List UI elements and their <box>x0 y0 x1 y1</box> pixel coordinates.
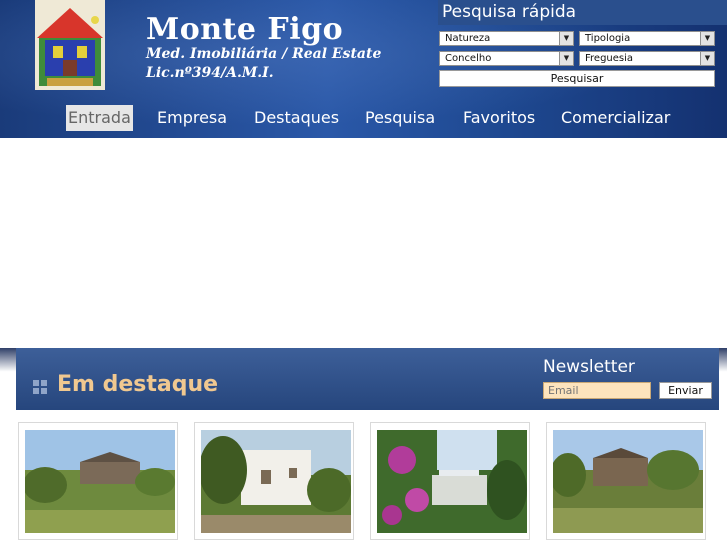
quick-search-title: Pesquisa rápida <box>438 0 727 25</box>
featured-bar: Em destaque Newsletter Enviar <box>16 348 719 410</box>
newsletter-email-input[interactable] <box>543 382 651 399</box>
nav-item-destaques[interactable]: Destaques <box>254 105 339 131</box>
typology-select[interactable]: Tipologia ▼ <box>579 31 715 46</box>
brand-name: Monte Figo <box>146 12 344 47</box>
parish-select[interactable]: Freguesia ▼ <box>579 51 715 66</box>
nav-item-pesquisa[interactable]: Pesquisa <box>365 105 435 131</box>
main-nav: Entrada Empresa Destaques Pesquisa Favor… <box>0 105 727 135</box>
parish-select-value: Freguesia <box>585 53 634 64</box>
property-card[interactable] <box>370 422 530 540</box>
nav-item-comercializar[interactable]: Comercializar <box>561 105 670 131</box>
chevron-down-icon: ▼ <box>700 52 714 65</box>
quick-search-panel: Pesquisa rápida Natureza ▼ Tipologia ▼ C… <box>438 0 727 88</box>
newsletter-send-button[interactable]: Enviar <box>659 382 712 399</box>
slideshow-area <box>11 138 716 348</box>
chevron-down-icon: ▼ <box>559 32 573 45</box>
chevron-down-icon: ▼ <box>559 52 573 65</box>
property-photo[interactable] <box>377 430 527 533</box>
nature-select-value: Natureza <box>445 33 491 44</box>
brand-subtitle: Med. Imobiliária / Real Estate <box>146 46 382 62</box>
house-logo-icon[interactable] <box>35 0 105 90</box>
county-select[interactable]: Concelho ▼ <box>439 51 574 66</box>
nav-item-empresa[interactable]: Empresa <box>157 105 227 131</box>
newsletter-title: Newsletter <box>543 357 635 377</box>
property-card[interactable] <box>546 422 706 540</box>
featured-title: Em destaque <box>57 372 219 397</box>
header: Monte Figo Med. Imobiliária / Real Estat… <box>0 0 727 138</box>
nav-item-favoritos[interactable]: Favoritos <box>463 105 535 131</box>
property-photo[interactable] <box>25 430 175 533</box>
property-card[interactable] <box>18 422 178 540</box>
chevron-down-icon: ▼ <box>700 32 714 45</box>
brand-license: Lic.nº394/A.M.I. <box>146 65 274 81</box>
grid-icon <box>33 380 47 394</box>
property-photo[interactable] <box>553 430 703 533</box>
quick-search-button[interactable]: Pesquisar <box>439 70 715 87</box>
typology-select-value: Tipologia <box>585 33 631 44</box>
county-select-value: Concelho <box>445 53 492 64</box>
property-card[interactable] <box>194 422 354 540</box>
nature-select[interactable]: Natureza ▼ <box>439 31 574 46</box>
property-photo[interactable] <box>201 430 351 533</box>
nav-item-entrada[interactable]: Entrada <box>66 105 133 131</box>
